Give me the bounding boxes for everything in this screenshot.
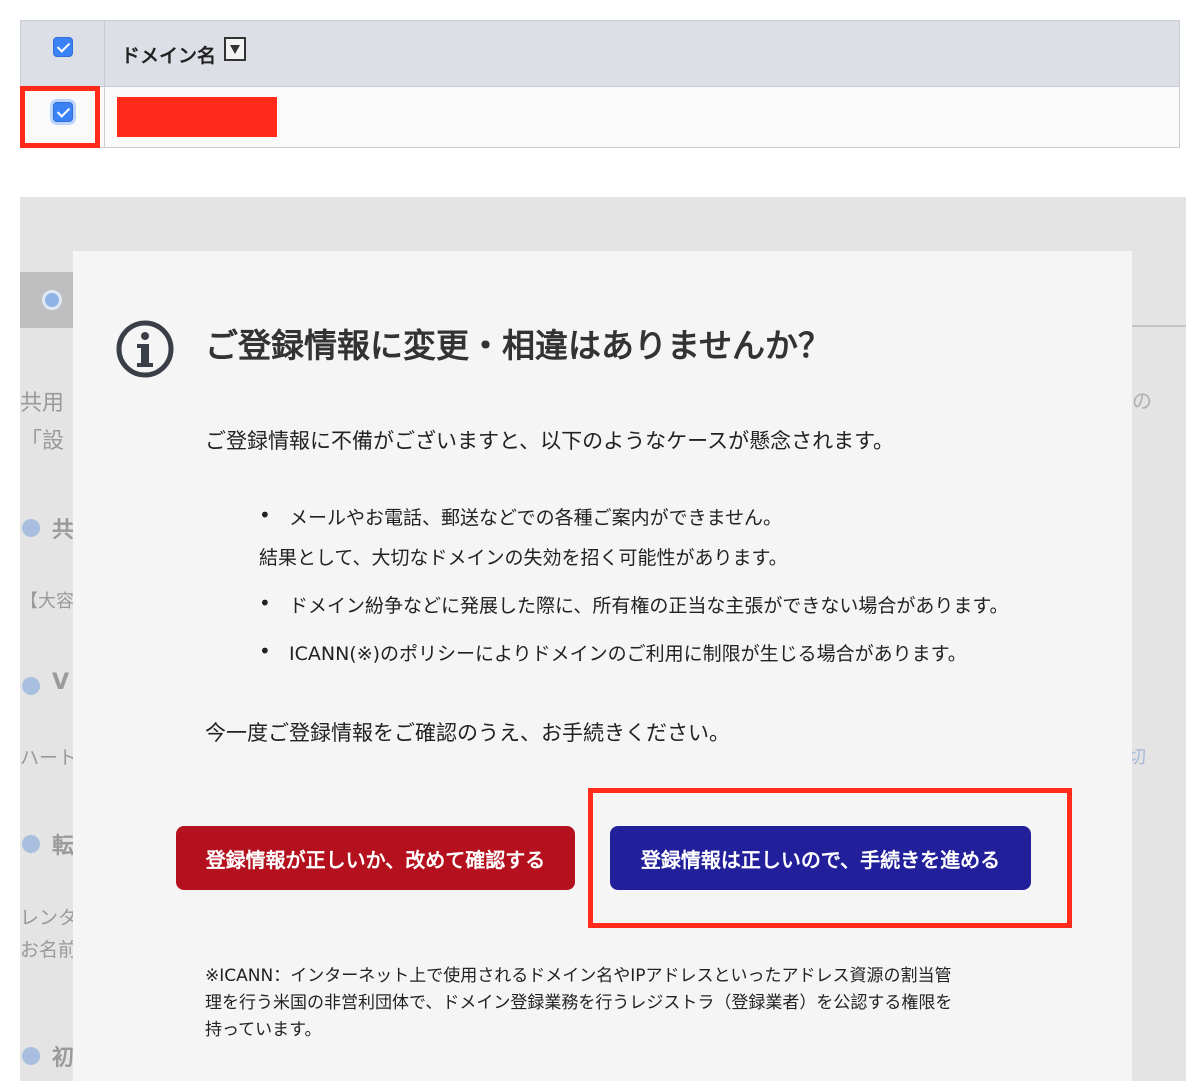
list-item: ドメイン紛争などに発展した際に、所有権の正当な主張ができない場合があります。 — [259, 591, 1009, 618]
redacted-domain-name — [117, 97, 277, 137]
bullet-dot-icon — [22, 1047, 40, 1065]
recheck-info-button[interactable]: 登録情報が正しいか、改めて確認する — [176, 826, 575, 890]
background-text: 共用 — [20, 391, 65, 416]
background-heading: V — [52, 670, 70, 695]
background-text: お名前 — [20, 939, 78, 961]
icann-footnote: ※ICANN：インターネット上で使用されるドメイン名やIPアドレスといったアドレ… — [205, 963, 1005, 1044]
modal-intro: ご登録情報に不備がございますと、以下のようなケースが懸念されます。 — [205, 429, 895, 453]
modal-title: ご登録情報に変更・相違はありませんか？ — [205, 326, 832, 365]
sort-icon[interactable] — [224, 37, 246, 61]
list-item: メールやお電話、郵送などでの各種ご案内ができません。 — [259, 503, 782, 530]
confirm-instruction: 今一度ご登録情報をご確認のうえ、お手続きください。 — [205, 721, 730, 745]
info-icon — [116, 320, 174, 378]
background-heading: 共 — [52, 518, 75, 543]
column-divider — [104, 21, 105, 147]
footnote-line: ※ICANN：インターネット上で使用されるドメイン名やIPアドレスといったアドレ… — [205, 966, 952, 986]
table-row — [21, 87, 1179, 147]
tab-radio-icon — [42, 290, 62, 310]
background-heading: 転 — [52, 834, 75, 859]
list-item: ICANN(※)のポリシーによりドメインのご利用に制限が生じる場合があります。 — [259, 639, 967, 666]
background-text: レンタ — [20, 907, 78, 929]
select-all-checkbox[interactable] — [53, 37, 73, 57]
background-divider — [1130, 325, 1186, 327]
bullet-dot-icon — [22, 835, 40, 853]
bullet-dot-icon — [22, 677, 40, 695]
bullet-dot-icon — [22, 519, 40, 537]
background-text: の — [1132, 389, 1152, 413]
list-item-continuation: 結果として、大切なドメインの失効を招く可能性があります。 — [259, 547, 788, 569]
highlight-box-proceed — [588, 788, 1072, 928]
domain-name-column-header: ドメイン名 — [121, 45, 217, 67]
footnote-line: 持っています。 — [205, 1020, 322, 1040]
background-text: 「設 — [20, 429, 65, 454]
highlight-box-row-checkbox — [20, 86, 100, 148]
domain-table: ドメイン名 — [20, 20, 1180, 148]
background-text: 【大容 — [20, 591, 74, 612]
footnote-line: 理を行う米国の非営利団体で、ドメイン登録業務を行うレジストラ（登録業者）を公認す… — [205, 993, 953, 1013]
background-heading: 初 — [52, 1046, 75, 1071]
background-text: ハート — [20, 747, 78, 769]
confirmation-modal: ご登録情報に変更・相違はありませんか？ ご登録情報に不備がございますと、以下のよ… — [73, 251, 1132, 1081]
domain-table-header: ドメイン名 — [21, 21, 1179, 87]
